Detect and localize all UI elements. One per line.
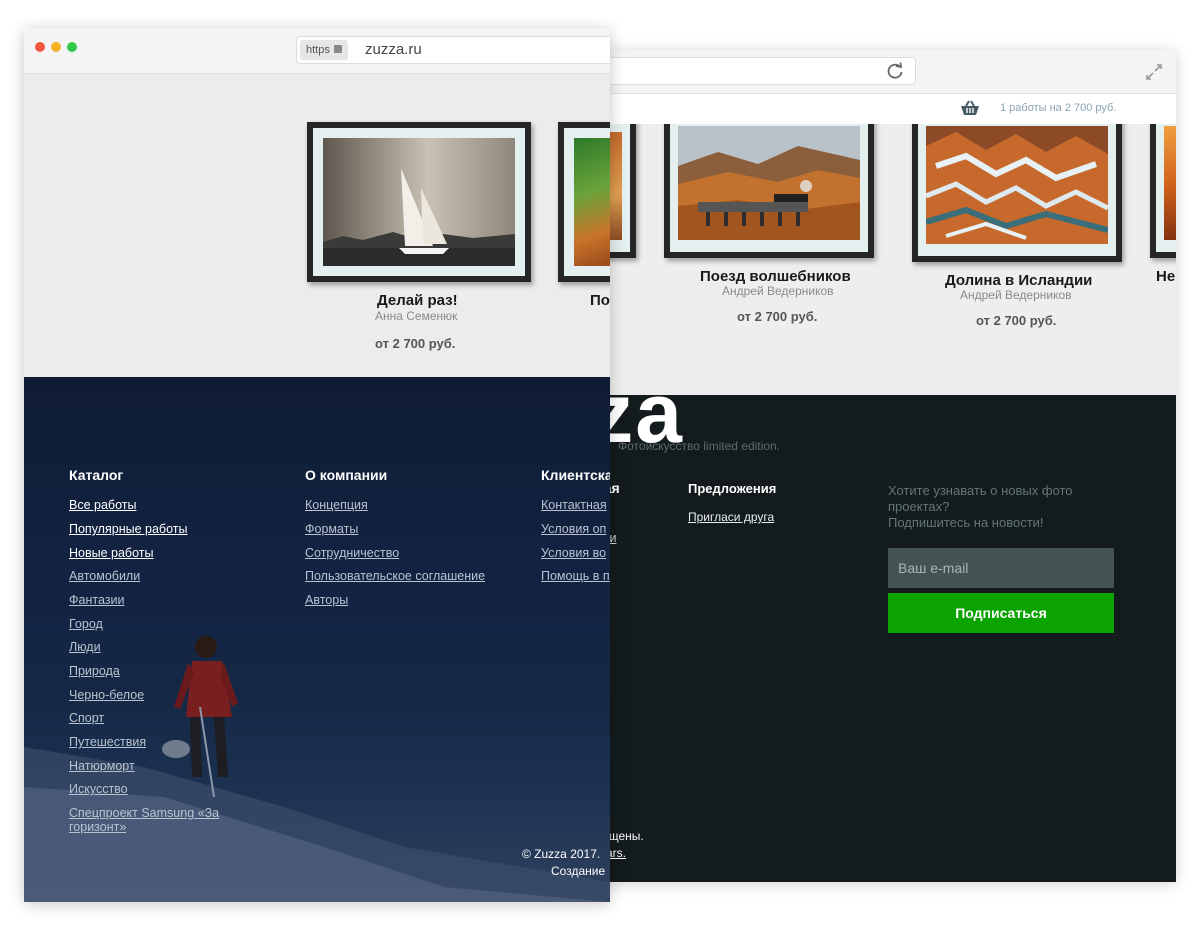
catalog-link-nature[interactable]: Природа	[69, 664, 120, 678]
train-landscape-image	[678, 126, 860, 240]
subscribe-prompt: Подпишитесь на новости!	[888, 515, 1044, 530]
catalog-link-art[interactable]: Искусство	[69, 782, 128, 796]
catalog-link-new[interactable]: Новые работы	[69, 546, 153, 560]
company-link-cooperation[interactable]: Сотрудничество	[305, 546, 399, 560]
catalog-link-people[interactable]: Люди	[69, 640, 101, 654]
artwork-title[interactable]: По	[590, 292, 610, 309]
expand-icon[interactable]	[1144, 62, 1164, 82]
artwork-frame[interactable]	[664, 124, 874, 258]
catalog-link-travel[interactable]: Путешествия	[69, 735, 146, 749]
subscribe-button[interactable]: Подписаться	[888, 593, 1114, 633]
client-link-returns[interactable]: Условия во	[541, 546, 606, 560]
close-window-dot[interactable]	[35, 42, 45, 52]
catalog-heading: Каталог	[69, 467, 124, 483]
https-label: https	[306, 44, 330, 56]
artwork-author: Андрей Ведерников	[722, 284, 834, 298]
iceland-valley-image	[926, 126, 1108, 244]
artwork-price: от 2 700 руб.	[375, 336, 456, 351]
subscribe-text: Хотите узнавать о новых фото проектах? П…	[888, 483, 1118, 531]
client-link-contact[interactable]: Контактная	[541, 498, 607, 512]
artwork-photo	[926, 126, 1108, 244]
screenshot-stage: 1 работы на 2 700 руб. Поезд волшебников…	[0, 0, 1200, 925]
site-header: 1 работы на 2 700 руб.	[600, 94, 1176, 124]
catalog-link-popular[interactable]: Популярные работы	[69, 522, 187, 536]
offers-heading: Предложения	[688, 481, 777, 496]
artwork-author: Анна Семенюк	[375, 309, 458, 323]
gallery-strip-front: Делай раз! Анна Семенюк от 2 700 руб. По	[24, 74, 610, 378]
sailboat-image	[323, 138, 515, 266]
https-badge: https	[300, 40, 348, 60]
catalog-link-cars[interactable]: Автомобили	[69, 569, 140, 583]
catalog-link-samsung[interactable]: Спецпроект Samsung «За горизонт»	[69, 806, 239, 834]
company-link-user-agreement[interactable]: Пользовательское соглашение	[305, 569, 485, 583]
artwork-photo	[678, 126, 860, 240]
company-link-authors[interactable]: Авторы	[305, 593, 348, 607]
artwork-title[interactable]: Долина в Исландии	[945, 272, 1092, 289]
artwork-frame[interactable]	[912, 124, 1122, 262]
artwork-frame[interactable]	[1150, 124, 1176, 258]
front-address-bar[interactable]: https zuzza.ru	[296, 36, 610, 64]
site-footer-front: Каталог Все работы Популярные работы Нов…	[24, 377, 610, 902]
artwork-photo	[323, 138, 515, 266]
artwork-frame[interactable]	[307, 122, 531, 282]
catalog-link-still-life[interactable]: Натюрморт	[69, 759, 135, 773]
artwork-photo	[1164, 126, 1176, 240]
subscribe-question: Хотите узнавать о новых фото проектах?	[888, 483, 1073, 514]
artwork-author: Андрей Ведерников	[960, 288, 1072, 302]
catalog-link-bw[interactable]: Черно-белое	[69, 688, 144, 702]
creator-credit: Создание	[551, 864, 606, 878]
cart-icon[interactable]	[960, 99, 980, 117]
artwork-frame[interactable]	[558, 122, 610, 282]
artwork-photo	[574, 138, 610, 266]
client-link-help[interactable]: Помощь в п	[541, 569, 610, 583]
cart-summary[interactable]: 1 работы на 2 700 руб.	[1000, 102, 1116, 114]
back-browser-toolbar	[600, 50, 1176, 94]
maximize-window-dot[interactable]	[67, 42, 77, 52]
catalog-link-city[interactable]: Город	[69, 617, 103, 631]
client-heading: Клиентска	[541, 467, 610, 483]
gallery-strip-back: Поезд волшебников Андрей Ведерников от 2…	[600, 124, 1176, 396]
site-tagline: Фотоискусство limited edition.	[618, 439, 780, 453]
catalog-link-sport[interactable]: Спорт	[69, 711, 104, 725]
hiker-figure	[162, 636, 238, 798]
copyright-text: © Zuzza 2017.	[522, 847, 601, 861]
reload-icon[interactable]	[885, 61, 905, 81]
site-footer-back: zuzza Фотоискусство limited edition. Кли…	[600, 395, 1176, 882]
artwork-title[interactable]: Поезд волшебников	[700, 268, 851, 285]
back-browser-window: 1 работы на 2 700 руб. Поезд волшебников…	[600, 50, 1176, 882]
artwork-title[interactable]: Делай раз!	[377, 292, 458, 309]
front-browser-toolbar: https zuzza.ru	[24, 28, 610, 74]
invite-friend-link[interactable]: Пригласи друга	[688, 510, 774, 524]
catalog-link-all-works[interactable]: Все работы	[69, 498, 136, 512]
artwork-price: от 2 700 руб.	[976, 313, 1057, 328]
minimize-window-dot[interactable]	[51, 42, 61, 52]
company-heading: О компании	[305, 467, 388, 483]
company-link-formats[interactable]: Форматы	[305, 522, 358, 536]
back-address-bar[interactable]	[600, 57, 916, 85]
artwork-title[interactable]: Не	[1156, 268, 1175, 285]
client-link-payment[interactable]: Условия оп	[541, 522, 606, 536]
artwork-price: от 2 700 руб.	[737, 309, 818, 324]
url-domain[interactable]: zuzza.ru	[365, 41, 422, 58]
email-field[interactable]	[888, 548, 1114, 588]
lock-icon	[333, 45, 342, 53]
catalog-link-fantasy[interactable]: Фантазии	[69, 593, 124, 607]
company-link-concept[interactable]: Концепция	[305, 498, 368, 512]
front-browser-window: https zuzza.ru Делай раз! Анна Семенюк о…	[24, 28, 610, 902]
